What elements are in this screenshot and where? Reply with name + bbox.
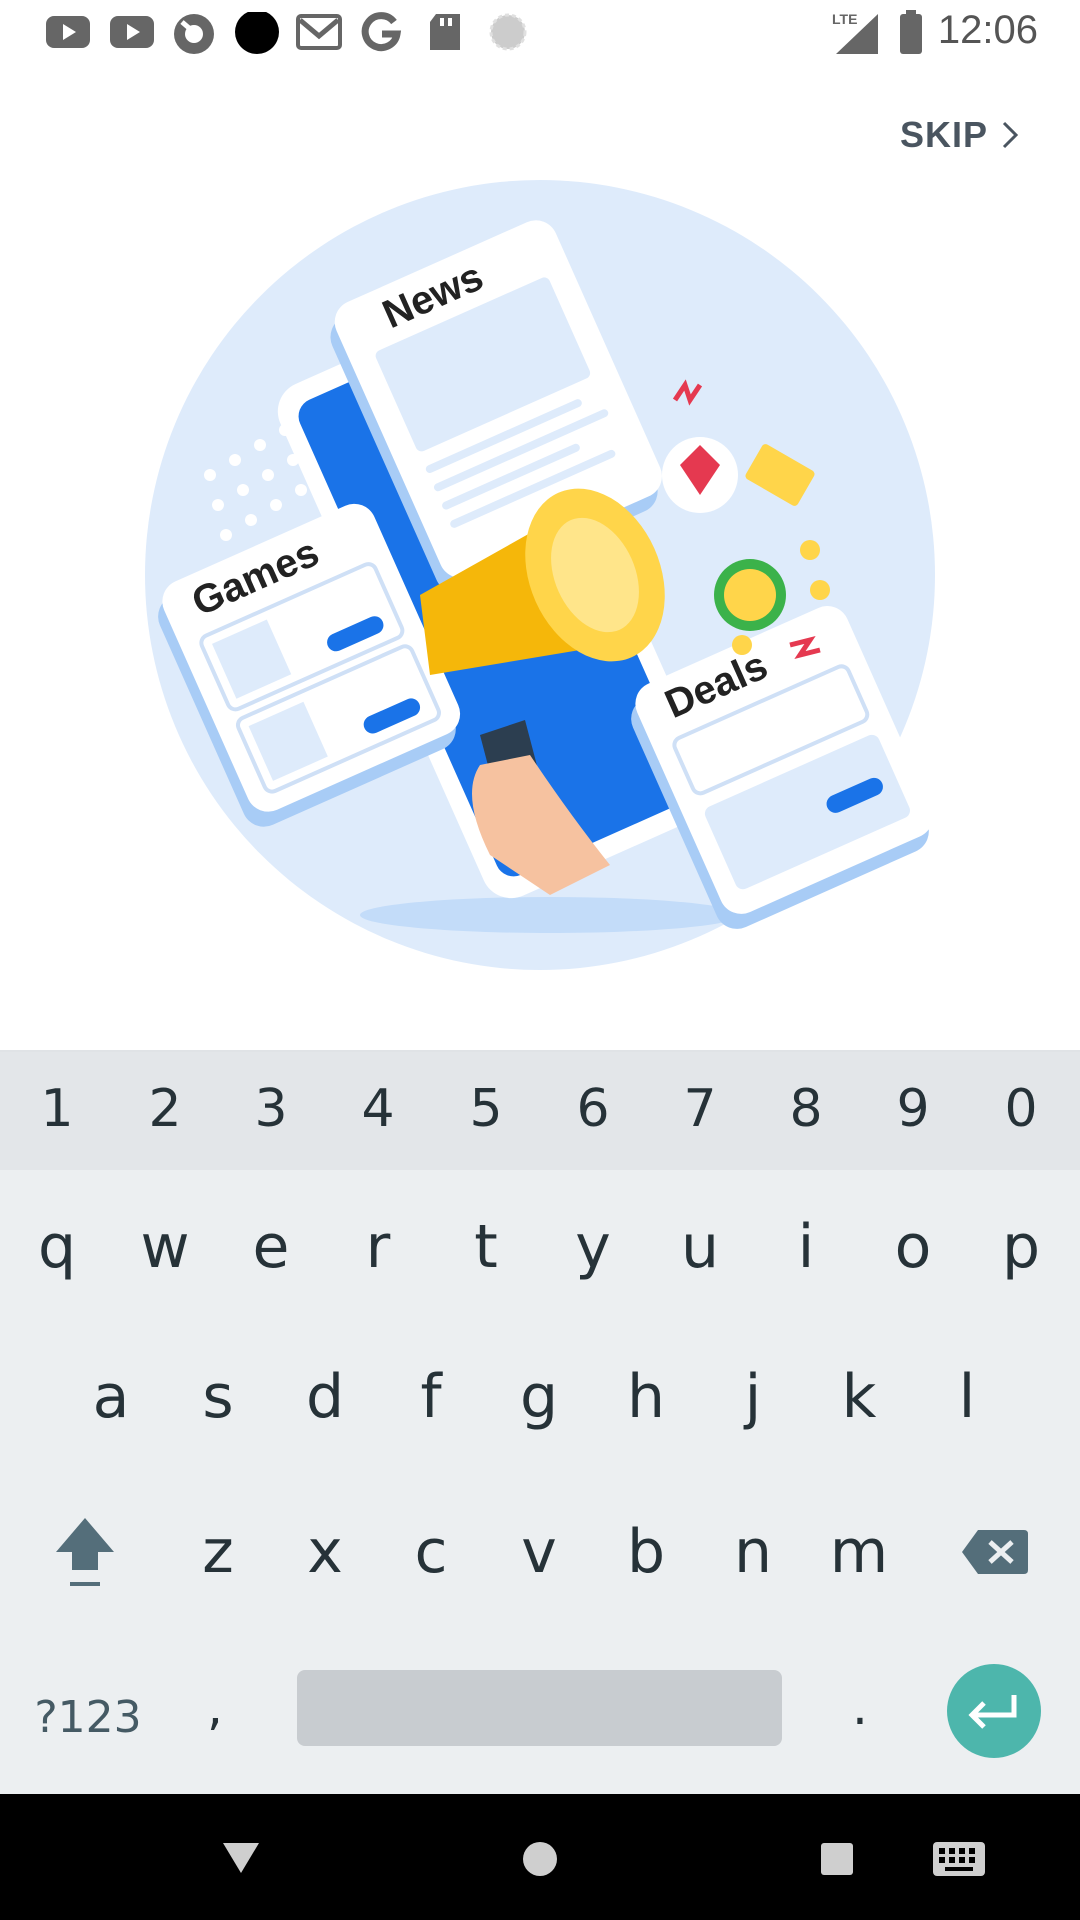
dot-icon [235, 12, 279, 54]
home-button[interactable] [505, 1824, 575, 1894]
key-l[interactable]: l [922, 1352, 1012, 1442]
key-c[interactable]: c [386, 1507, 476, 1597]
key-e[interactable]: e [226, 1202, 316, 1292]
back-icon [223, 1843, 259, 1873]
key-y[interactable]: y [548, 1202, 638, 1292]
key-k[interactable]: k [814, 1352, 904, 1442]
key-m[interactable]: m [814, 1507, 904, 1597]
loading-icon [489, 13, 527, 51]
key-r[interactable]: r [333, 1202, 423, 1292]
gmail-icon [296, 14, 342, 50]
youtube-icon [110, 16, 154, 48]
skip-button[interactable]: SKIP [900, 114, 1020, 156]
back-button[interactable] [206, 1824, 276, 1894]
backspace-key[interactable] [950, 1507, 1040, 1597]
key-i[interactable]: i [761, 1202, 851, 1292]
navigation-bar [0, 1794, 1080, 1920]
space-key[interactable] [297, 1670, 782, 1746]
key-h[interactable]: h [601, 1352, 691, 1442]
status-bar: LTE 12:06 [0, 0, 1080, 64]
key-d[interactable]: d [280, 1352, 370, 1442]
recents-button[interactable] [802, 1824, 872, 1894]
shift-icon [56, 1518, 114, 1586]
key-z[interactable]: z [173, 1507, 263, 1597]
key-u[interactable]: u [655, 1202, 745, 1292]
key-6[interactable]: 6 [548, 1074, 638, 1144]
keyboard-switch-button[interactable] [924, 1824, 994, 1894]
skip-label: SKIP [900, 114, 989, 155]
shadow [360, 897, 740, 933]
status-time: 12:06 [937, 8, 1038, 52]
key-1[interactable]: 1 [12, 1074, 102, 1144]
key-7[interactable]: 7 [655, 1074, 745, 1144]
key-t[interactable]: t [441, 1202, 531, 1292]
key-n[interactable]: n [708, 1507, 798, 1597]
signal-icon: LTE [832, 11, 878, 54]
enter-key[interactable] [947, 1664, 1041, 1758]
keyboard-icon [933, 1842, 985, 1876]
network-label: LTE [832, 11, 857, 27]
key-q[interactable]: q [12, 1202, 102, 1292]
key-v[interactable]: v [494, 1507, 584, 1597]
key-a[interactable]: a [66, 1352, 156, 1442]
recents-icon [821, 1843, 853, 1875]
key-0[interactable]: 0 [976, 1074, 1066, 1144]
home-icon [523, 1842, 557, 1876]
key-g[interactable]: g [494, 1352, 584, 1442]
soft-keyboard: 1 2 3 4 5 6 7 8 9 0 q w e r t y u i o p … [0, 1050, 1080, 1796]
key-4[interactable]: 4 [333, 1074, 423, 1144]
battery-icon [900, 10, 922, 54]
key-x[interactable]: x [280, 1507, 370, 1597]
chevron-right-icon [1002, 121, 1019, 149]
symbols-key[interactable]: ?123 [28, 1682, 148, 1752]
youtube-icon [46, 16, 90, 48]
backspace-icon [962, 1530, 1028, 1574]
google-icon [361, 12, 402, 52]
key-o[interactable]: o [868, 1202, 958, 1292]
key-2[interactable]: 2 [120, 1074, 210, 1144]
key-j[interactable]: j [708, 1352, 798, 1442]
enter-icon [968, 1695, 1017, 1729]
key-8[interactable]: 8 [761, 1074, 851, 1144]
key-5[interactable]: 5 [441, 1074, 531, 1144]
onboarding-illustration: News Games Deals [145, 180, 935, 970]
key-s[interactable]: s [173, 1352, 263, 1442]
shift-key[interactable] [40, 1507, 130, 1597]
period-key[interactable]: . [820, 1667, 900, 1747]
comma-key[interactable]: , [175, 1667, 255, 1747]
key-p[interactable]: p [976, 1202, 1066, 1292]
number-row: 1 2 3 4 5 6 7 8 9 0 [0, 1052, 1080, 1170]
coin-icon [724, 569, 776, 621]
key-w[interactable]: w [120, 1202, 210, 1292]
key-3[interactable]: 3 [226, 1074, 316, 1144]
sd-card-icon [430, 14, 460, 50]
key-f[interactable]: f [386, 1352, 476, 1442]
key-b[interactable]: b [601, 1507, 691, 1597]
app-icon [174, 14, 214, 54]
key-9[interactable]: 9 [868, 1074, 958, 1144]
